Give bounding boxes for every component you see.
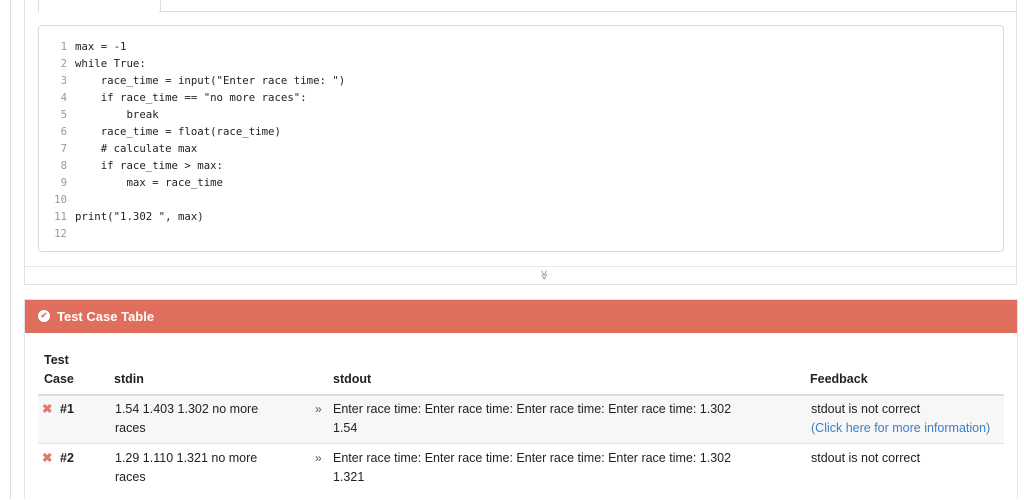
line-number: 11 bbox=[54, 210, 67, 223]
code-text[interactable]: break bbox=[75, 106, 158, 123]
column-header-test: Test bbox=[44, 353, 69, 367]
line-number: 3 bbox=[60, 74, 67, 87]
code-line: 10 bbox=[39, 191, 979, 208]
code-text[interactable]: max = -1 bbox=[75, 38, 126, 55]
stdin-value: 1.29 1.110 1.321 no more bbox=[115, 451, 258, 465]
test-case-panel: ✔ Test Case Table Test Case stdin stdout… bbox=[24, 299, 1018, 500]
column-header-stdout: stdout bbox=[333, 372, 372, 386]
fail-x-icon: ✖ bbox=[42, 402, 53, 416]
code-text[interactable]: print("1.302 ", max) bbox=[75, 208, 204, 225]
code-text[interactable]: max = race_time bbox=[75, 174, 223, 191]
code-line: 8 if race_time > max: bbox=[39, 157, 979, 174]
stdin-value: races bbox=[115, 421, 146, 435]
stdin-value: 1.54 1.403 1.302 no more bbox=[115, 402, 259, 416]
line-number: 1 bbox=[60, 40, 67, 53]
code-text[interactable]: if race_time > max: bbox=[75, 157, 223, 174]
line-number: 4 bbox=[60, 91, 67, 104]
tab-bar-divider bbox=[159, 11, 1016, 12]
stdout-value: 1.321 bbox=[333, 470, 365, 484]
feedback-text: stdout is not correct bbox=[811, 451, 921, 465]
test-case-header[interactable]: ✔ Test Case Table bbox=[25, 300, 1017, 333]
code-line: 1 max = -1 bbox=[39, 38, 979, 55]
line-number: 10 bbox=[54, 193, 67, 206]
code-line: 3 race_time = input("Enter race time: ") bbox=[39, 72, 979, 89]
table-row: ✖ #2 1.29 1.110 1.321 no more races » En… bbox=[38, 445, 1004, 500]
line-number: 5 bbox=[60, 108, 67, 121]
stdout-value: 1.54 bbox=[333, 421, 358, 435]
code-line: 2 while True: bbox=[39, 55, 979, 72]
code-line: 5 break bbox=[39, 106, 979, 123]
line-number: 8 bbox=[60, 159, 67, 172]
code-line: 11 print("1.302 ", max) bbox=[39, 208, 979, 225]
test-case-title: Test Case Table bbox=[57, 309, 155, 324]
stdin-value: races bbox=[115, 470, 146, 484]
expand-output-icon[interactable]: » bbox=[315, 400, 322, 419]
line-number: 6 bbox=[60, 125, 67, 138]
column-header-case: Case bbox=[44, 372, 74, 386]
code-text[interactable]: race_time = float(race_time) bbox=[75, 123, 281, 140]
code-text[interactable]: if race_time == "no more races": bbox=[75, 89, 307, 106]
code-text[interactable]: # calculate max bbox=[75, 140, 198, 157]
editor-tab[interactable] bbox=[38, 0, 161, 12]
code-line: 12 bbox=[39, 225, 979, 242]
code-line: 4 if race_time == "no more races": bbox=[39, 89, 979, 106]
stdout-value: Enter race time: Enter race time: Enter … bbox=[333, 451, 732, 465]
stdout-value: Enter race time: Enter race time: Enter … bbox=[333, 402, 732, 416]
code-line: 6 race_time = float(race_time) bbox=[39, 123, 979, 140]
code-editor[interactable]: 1 max = -1 2 while True: 3 race_time = inp… bbox=[38, 25, 1004, 252]
code-line: 7 # calculate max bbox=[39, 140, 979, 157]
column-header-feedback: Feedback bbox=[810, 372, 868, 386]
fail-x-icon: ✖ bbox=[42, 451, 53, 465]
expand-editor-bar[interactable]: ≫ bbox=[24, 266, 1017, 285]
table-row: ✖ #1 1.54 1.403 1.302 no more races » En… bbox=[38, 396, 1004, 444]
page-left-border bbox=[10, 0, 11, 499]
check-circle-icon: ✔ bbox=[38, 310, 50, 322]
case-id: #2 bbox=[60, 451, 74, 465]
line-number: 7 bbox=[60, 142, 67, 155]
code-line: 9 max = race_time bbox=[39, 174, 979, 191]
line-number: 9 bbox=[60, 176, 67, 189]
code-text[interactable]: race_time = input("Enter race time: ") bbox=[75, 72, 346, 89]
code-text[interactable]: while True: bbox=[75, 55, 146, 72]
line-number: 12 bbox=[54, 227, 67, 240]
column-header-stdin: stdin bbox=[114, 372, 144, 386]
line-number: 2 bbox=[60, 57, 67, 70]
more-info-link[interactable]: (Click here for more information) bbox=[811, 419, 990, 438]
case-id: #1 bbox=[60, 402, 74, 416]
expand-output-icon[interactable]: » bbox=[315, 449, 322, 468]
double-chevron-down-icon[interactable]: ≫ bbox=[537, 270, 549, 280]
feedback-text: stdout is not correct bbox=[811, 402, 921, 416]
